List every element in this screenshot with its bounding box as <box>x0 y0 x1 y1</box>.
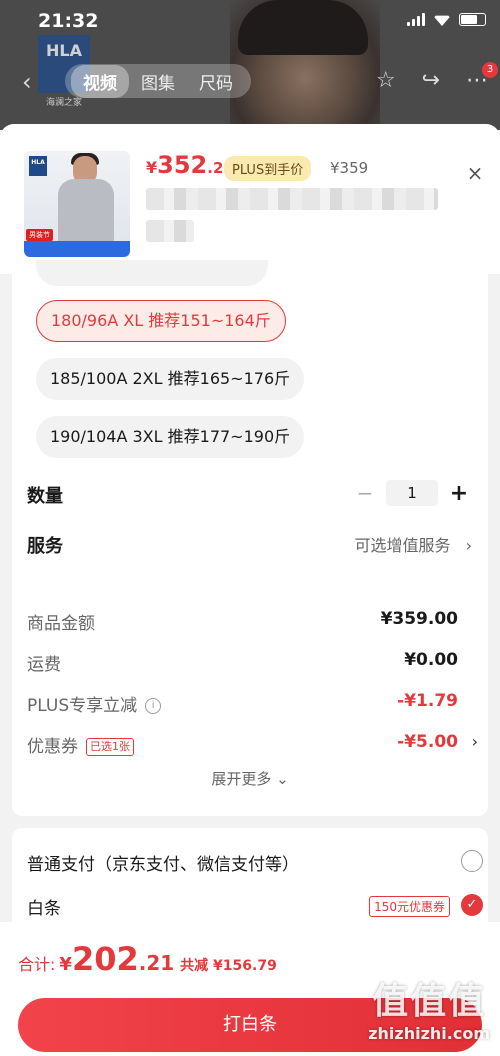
quantity-plus-button[interactable]: + <box>446 481 472 506</box>
normal-payment-label[interactable]: 普通支付（京东支付、微信支付等） <box>27 850 299 875</box>
coupon-row[interactable]: 优惠券 已选1张 <box>27 732 134 757</box>
blurred-title-line-2 <box>146 220 194 242</box>
watermark-url: zhizhizhi.com <box>368 1024 490 1043</box>
background-page: 21:32 HLA 海澜之家 ‹ 视频 图集 尺码 ☆ ↪ ⋯ 3 <box>0 0 500 130</box>
checkout-bar: 合计: ¥202.21 共减 ¥156.79 打白条 值值值 zhizhizhi.c… <box>0 922 500 1056</box>
baitiao-label[interactable]: 白条 <box>27 894 61 919</box>
size-option-xl[interactable]: 180/96A XL 推荐151~164斤 <box>36 300 286 342</box>
sku-sheet: HLA 男装节 ¥352.21 PLUS到手价 ¥359 × 180/96A X… <box>0 124 500 1056</box>
favorite-icon[interactable]: ☆ <box>376 68 396 93</box>
coupon-value: -¥5.00 <box>397 732 458 752</box>
wifi-icon <box>433 15 451 26</box>
price-symbol: ¥ <box>146 158 158 177</box>
back-icon[interactable]: ‹ <box>22 68 32 96</box>
plus-discount-row: PLUS专享立减 i <box>27 691 162 716</box>
service-selector[interactable]: 可选增值服务 › <box>354 532 472 556</box>
quantity-label: 数量 <box>27 486 63 507</box>
total-saving: 共减 ¥156.79 <box>180 958 277 974</box>
normal-payment-radio[interactable] <box>461 850 483 872</box>
expand-more-button[interactable]: 展开更多 ⌄ <box>12 768 488 789</box>
thumb-logo: HLA <box>29 156 47 176</box>
close-icon[interactable]: × <box>462 160 488 186</box>
plus-discount-label: PLUS专享立减 <box>27 696 138 716</box>
watermark: 值值值 zhizhizhi.com <box>368 972 490 1043</box>
service-label: 服务 <box>27 536 63 557</box>
size-option-partial[interactable] <box>36 260 268 286</box>
thumb-jacket <box>58 179 114 247</box>
coupon-selected-tag: 已选1张 <box>86 738 134 756</box>
total-integer: 202 <box>71 940 139 978</box>
plus-discount-value: -¥1.79 <box>397 691 458 711</box>
coupon-label: 优惠券 <box>27 737 78 757</box>
goods-amount-label: 商品金额 <box>27 614 95 634</box>
media-tabs: 视频 图集 尺码 <box>65 64 251 98</box>
status-time: 21:32 <box>38 10 99 32</box>
model-hair <box>238 0 368 55</box>
signal-icon <box>407 13 425 26</box>
watermark-logo: 值值值 <box>372 981 487 1022</box>
order-total: 合计: ¥202.21 共减 ¥156.79 <box>18 940 277 978</box>
plus-price: ¥352.21 <box>146 151 234 179</box>
shipping-label: 运费 <box>27 655 61 675</box>
size-option-3xl[interactable]: 190/104A 3XL 推荐177~190斤 <box>36 416 305 458</box>
tab-gallery[interactable]: 图集 <box>129 69 187 94</box>
blurred-title-line-1 <box>146 188 438 210</box>
total-symbol: ¥ <box>59 954 72 975</box>
baitiao-radio[interactable]: ✓ <box>461 894 483 916</box>
price-integer: 352 <box>157 151 208 179</box>
tab-size[interactable]: 尺码 <box>187 69 245 94</box>
chevron-right-icon: › <box>465 536 472 555</box>
baitiao-coupon-tag: 150元优惠券 <box>369 896 450 917</box>
total-label: 合计: <box>18 955 56 974</box>
goods-amount-value: ¥359.00 <box>380 609 458 629</box>
tab-video[interactable]: 视频 <box>71 64 129 98</box>
service-hint-text: 可选增值服务 <box>354 536 451 555</box>
shipping-value: ¥0.00 <box>404 650 458 670</box>
plus-price-badge: PLUS到手价 <box>224 156 312 181</box>
original-price: ¥359 <box>330 159 369 177</box>
status-icons <box>407 13 486 26</box>
thumb-band <box>24 241 130 257</box>
cart-badge: 3 <box>482 62 498 78</box>
size-option-2xl[interactable]: 185/100A 2XL 推荐165~176斤 <box>36 358 305 400</box>
sheet-header: HLA 男装节 ¥352.21 PLUS到手价 ¥359 × <box>0 124 500 274</box>
chevron-right-icon[interactable]: › <box>472 732 478 751</box>
product-thumbnail[interactable]: HLA 男装节 <box>24 151 130 257</box>
thumb-tag: 男装节 <box>26 229 53 241</box>
info-icon[interactable]: i <box>145 698 162 714</box>
nav-actions: ☆ ↪ ⋯ <box>376 68 488 93</box>
share-icon[interactable]: ↪ <box>422 68 440 93</box>
quantity-minus-button[interactable]: − <box>352 481 378 505</box>
battery-icon <box>459 13 486 26</box>
quantity-input[interactable]: 1 <box>386 480 438 506</box>
total-decimal: .21 <box>138 951 175 975</box>
fee-breakdown-card: 商品金额 ¥359.00 运费 ¥0.00 PLUS专享立减 i -¥1.79 优… <box>12 589 488 816</box>
quantity-stepper: − 1 + <box>352 480 472 506</box>
